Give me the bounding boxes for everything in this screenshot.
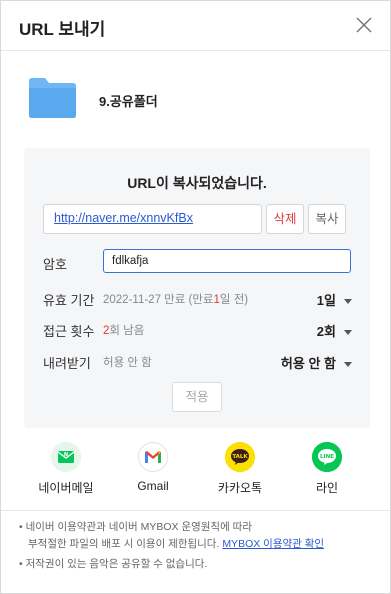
notice-terms-line1: • 네이버 이용약관과 네이버 MYBOX 운영원칙에 따라 [19, 521, 252, 533]
access-count-select[interactable]: 2회 [317, 321, 352, 340]
divider [1, 510, 390, 511]
access-remaining-suffix: 회 남음 [109, 325, 145, 337]
password-label: 암호 [43, 257, 67, 272]
access-count-value: 2회 [316, 324, 336, 339]
copy-url-button[interactable]: 복사 [308, 204, 346, 234]
chevron-down-icon [344, 362, 352, 368]
close-icon[interactable] [354, 15, 374, 35]
access-count-info: 2회 남음 [103, 322, 144, 338]
dialog-header: URL 보내기 [1, 1, 390, 51]
expiry-suffix: 일 전) [219, 294, 249, 306]
apply-button[interactable]: 적용 [172, 382, 222, 412]
download-select[interactable]: 허용 안 함 [281, 353, 352, 372]
share-kakaotalk[interactable]: TALK 카카오톡 [205, 442, 275, 496]
url-field[interactable]: http://naver.me/xnnvKfBx [43, 204, 262, 234]
notice-restriction-text: 부적절한 파일의 배포 시 이용이 제한됩니다. [28, 538, 220, 550]
folder-name: 9.공유폴더 [99, 94, 158, 109]
download-label: 내려받기 [43, 356, 91, 371]
download-info: 허용 안 함 [103, 357, 152, 369]
naver-mail-icon: N [51, 442, 81, 472]
url-share-dialog: URL 보내기 9.공유폴더 URL이 복사되었습니다. http://nave… [0, 0, 391, 594]
svg-text:TALK: TALK [232, 454, 248, 460]
svg-text:N: N [64, 452, 68, 458]
url-panel: URL이 복사되었습니다. http://naver.me/xnnvKfBx 삭… [24, 148, 370, 428]
expiry-label: 유효 기간 [43, 293, 95, 308]
chevron-down-icon [344, 330, 352, 336]
share-line-label: 라인 [315, 481, 339, 495]
notice-copyright: • 저작권이 있는 음악은 공유할 수 없습니다. [19, 558, 208, 570]
expiry-date-text: 2022-11-27 만료 (만료 [103, 294, 214, 306]
url-copied-message: URL이 복사되었습니다. [127, 175, 267, 191]
notice-terms-line2: 부적절한 파일의 배포 시 이용이 제한됩니다. MYBOX 이용약관 확인 [28, 537, 324, 552]
share-options: N 네이버메일 Gmail TALK 카카오톡 LINE 라인 [1, 442, 390, 502]
line-icon: LINE [312, 442, 342, 472]
kakaotalk-icon: TALK [225, 442, 255, 472]
share-kakaotalk-label: 카카오톡 [217, 481, 263, 495]
svg-text:LINE: LINE [320, 454, 334, 460]
expiry-info: 2022-11-27 만료 (만료1일 전) [103, 291, 248, 307]
expiry-value: 1일 [316, 293, 336, 308]
gmail-icon [138, 442, 168, 472]
mybox-terms-link[interactable]: MYBOX 이용약관 확인 [222, 538, 324, 550]
share-naver-mail-label: 네이버메일 [38, 481, 94, 495]
share-line[interactable]: LINE 라인 [292, 442, 362, 496]
share-url-link[interactable]: http://naver.me/xnnvKfBx [54, 211, 193, 225]
share-gmail-label: Gmail [137, 479, 169, 493]
access-count-label: 접근 횟수 [43, 324, 95, 339]
password-input[interactable] [103, 249, 351, 273]
share-gmail[interactable]: Gmail [118, 442, 188, 493]
delete-url-button[interactable]: 삭제 [266, 204, 304, 234]
share-naver-mail[interactable]: N 네이버메일 [31, 442, 101, 496]
download-value: 허용 안 함 [280, 356, 336, 371]
expiry-select[interactable]: 1일 [317, 290, 352, 309]
chevron-down-icon [344, 299, 352, 305]
dialog-title: URL 보내기 [19, 20, 106, 39]
folder-icon [29, 78, 76, 118]
